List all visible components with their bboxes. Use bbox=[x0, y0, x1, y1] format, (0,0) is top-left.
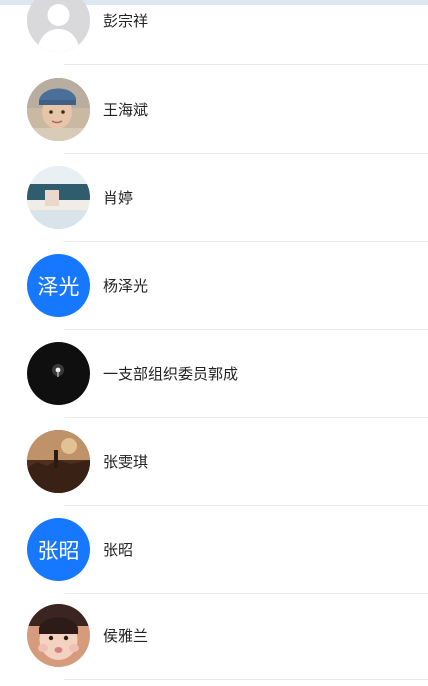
contact-name: 肖婷 bbox=[103, 189, 134, 207]
contact-row[interactable]: 彭宗祥 bbox=[0, 0, 428, 65]
contact-name: 王海斌 bbox=[103, 101, 149, 119]
avatar-initials: 泽光 bbox=[37, 274, 80, 299]
default-person-icon bbox=[27, 0, 90, 52]
contact-name: 张昭 bbox=[103, 541, 134, 559]
contact-avatar-text: 泽光 bbox=[27, 254, 90, 317]
contact-name: 彭宗祥 bbox=[103, 12, 149, 30]
avatar-initials: 张昭 bbox=[37, 538, 80, 563]
contact-row[interactable]: 张雯琪 bbox=[0, 418, 428, 506]
contact-row[interactable]: 张昭 张昭 bbox=[0, 506, 428, 594]
contact-row[interactable]: 泽光 杨泽光 bbox=[0, 242, 428, 330]
contact-row[interactable]: 一支部组织委员郭成 bbox=[0, 330, 428, 418]
row-divider bbox=[64, 64, 428, 65]
contact-name: 杨泽光 bbox=[103, 277, 149, 295]
contact-avatar-photo bbox=[27, 604, 90, 667]
contact-avatar-text: 张昭 bbox=[27, 518, 90, 581]
contact-name: 一支部组织委员郭成 bbox=[103, 365, 239, 383]
contact-row[interactable]: 王海斌 bbox=[0, 66, 428, 154]
contact-name: 侯雅兰 bbox=[103, 627, 149, 645]
contact-list: 彭宗祥 王海斌 肖婷 泽光 杨泽光 一支部组织委员郭成 张雯琪 张昭 张昭 侯雅… bbox=[0, 0, 428, 686]
contact-row[interactable]: 肖婷 bbox=[0, 154, 428, 242]
contact-avatar-photo bbox=[27, 430, 90, 493]
contact-avatar-photo bbox=[27, 166, 90, 229]
contact-avatar-photo bbox=[27, 342, 90, 405]
contact-avatar-photo bbox=[27, 78, 90, 141]
row-divider bbox=[64, 679, 428, 680]
contact-row[interactable]: 侯雅兰 bbox=[0, 592, 428, 680]
contact-name: 张雯琪 bbox=[103, 453, 149, 471]
